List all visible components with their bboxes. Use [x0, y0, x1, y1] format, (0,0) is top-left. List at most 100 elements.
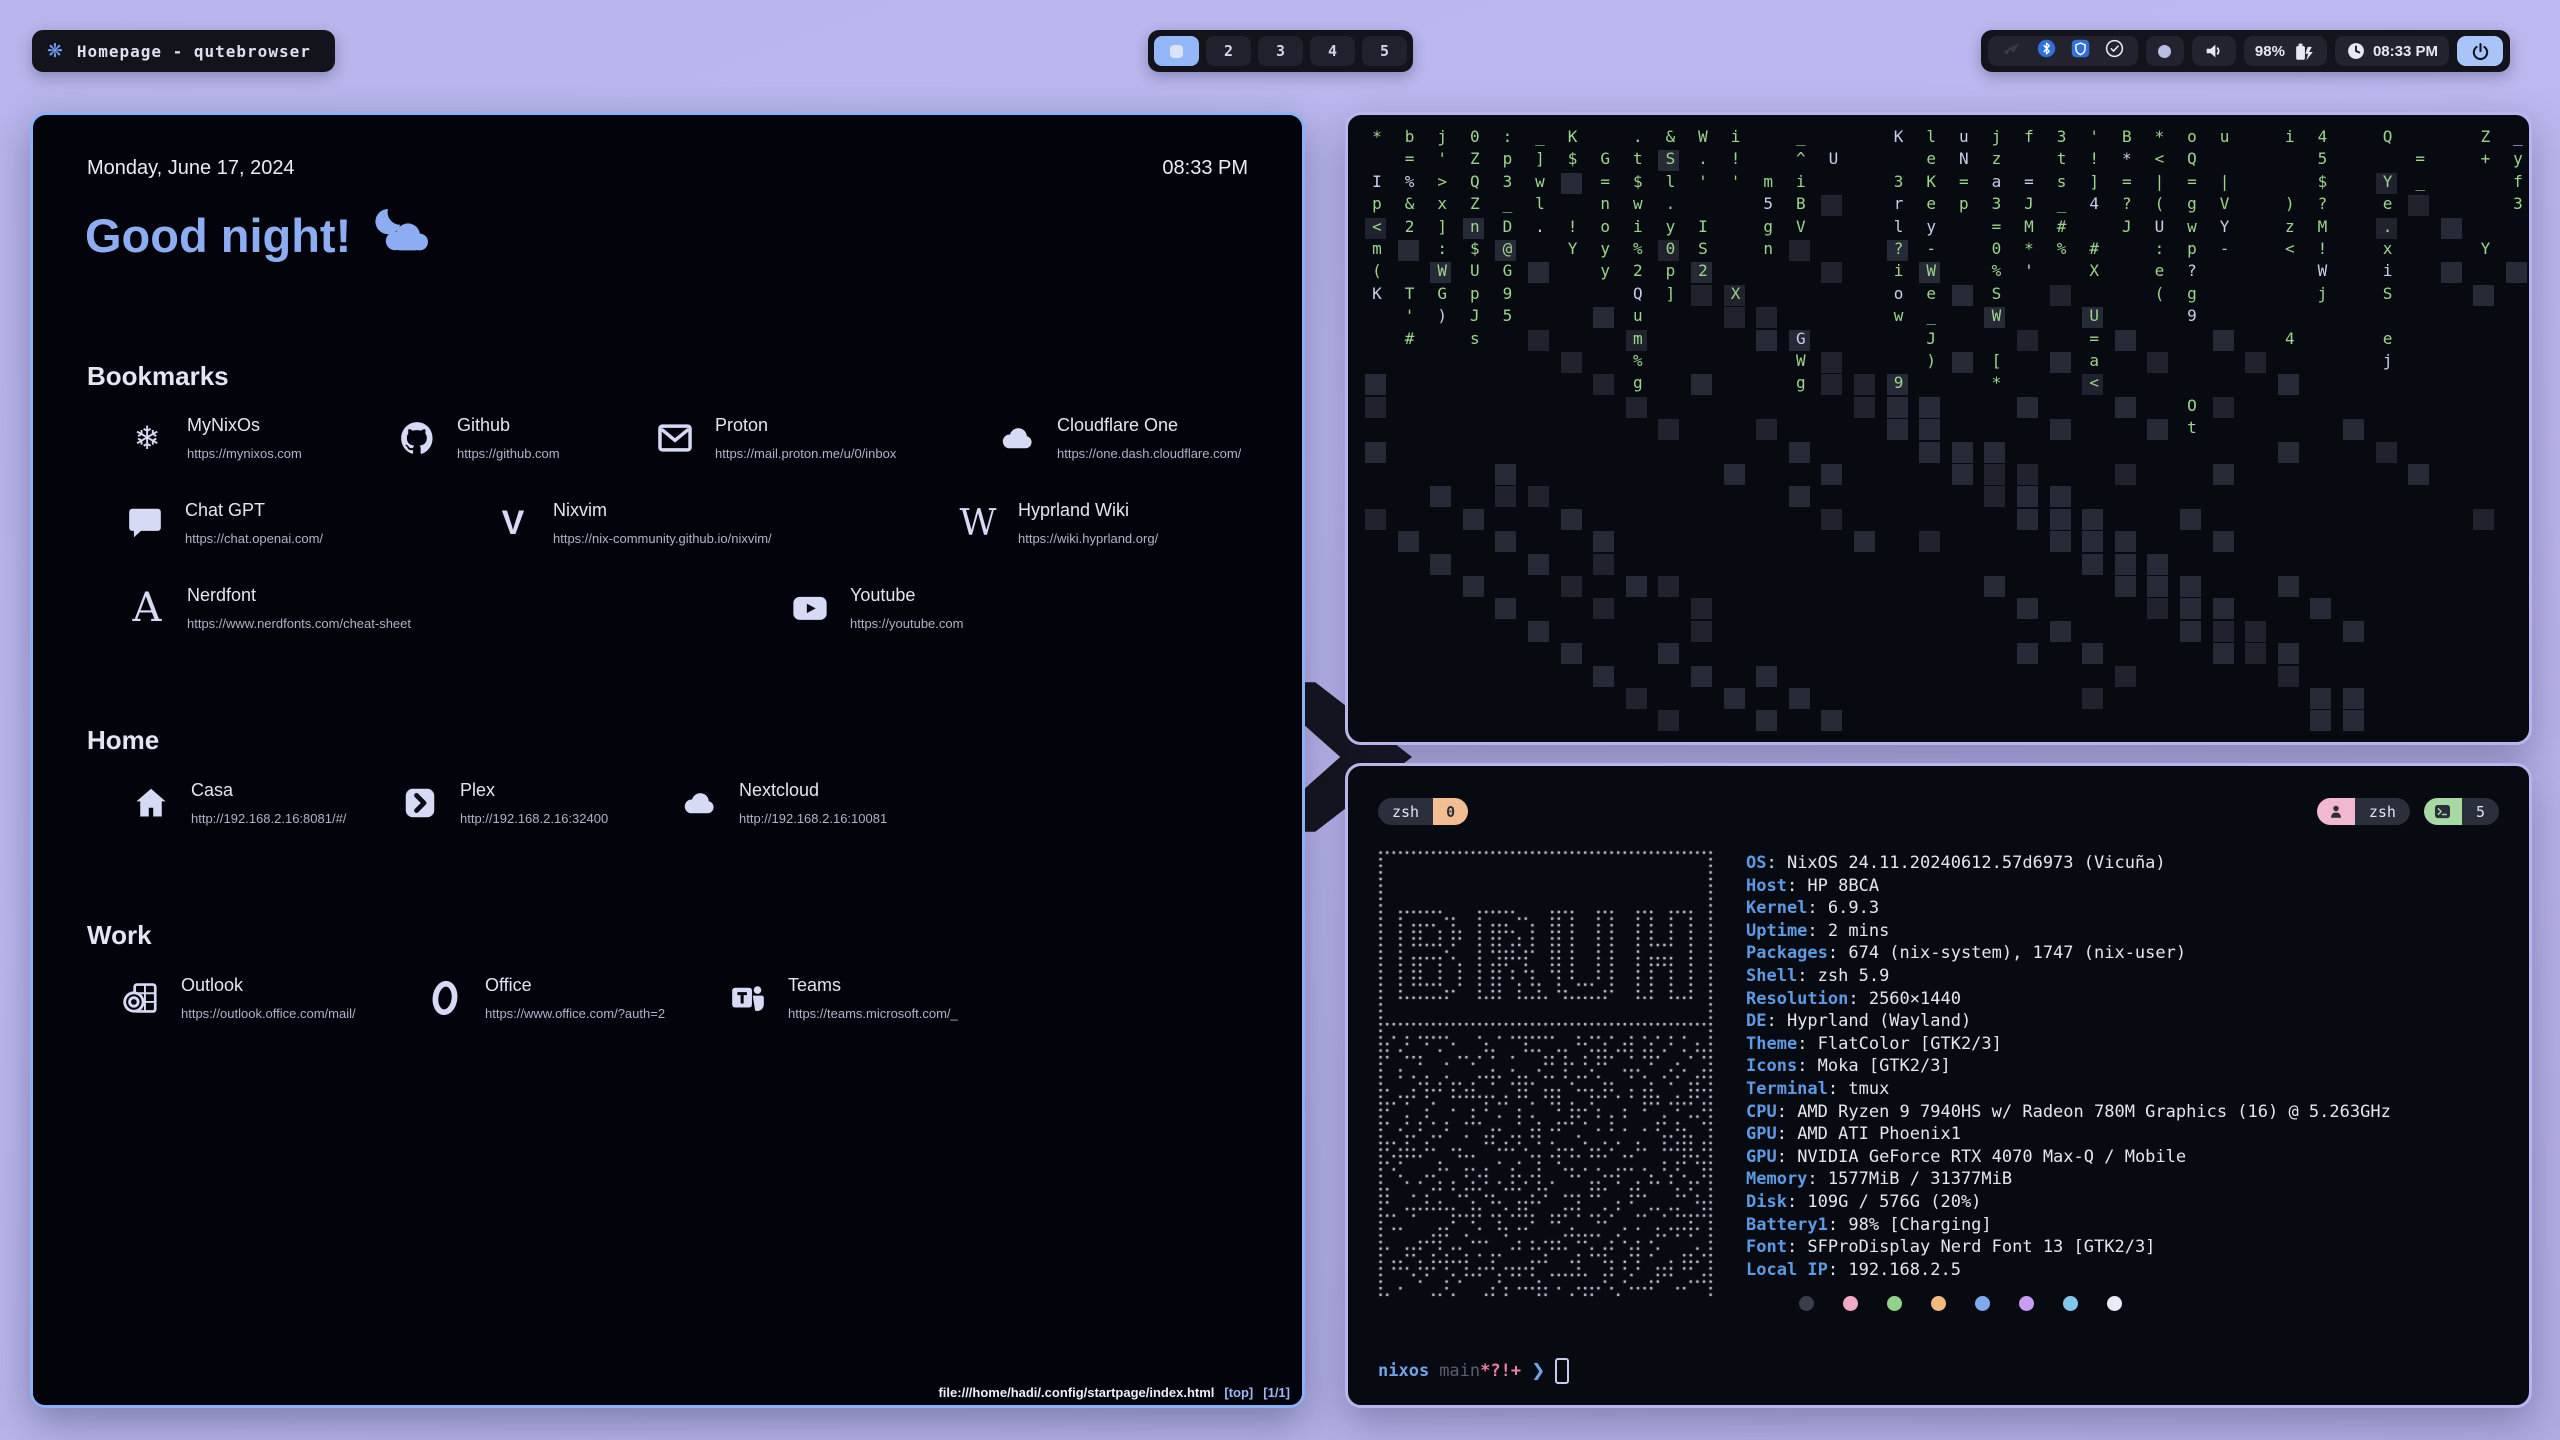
volume-button[interactable]: [2192, 36, 2236, 66]
bookmark-casa[interactable]: Casahttp://192.168.2.16:8081/#/: [129, 780, 346, 826]
bookmark-plex[interactable]: Plexhttp://192.168.2.16:32400: [398, 780, 608, 826]
shield-icon[interactable]: [2070, 38, 2091, 64]
matrix-char: S: [1659, 149, 1681, 168]
bookmark-nixvim[interactable]: VNixvimhttps://nix-community.github.io/n…: [491, 500, 772, 546]
workspace-1[interactable]: [1154, 36, 1199, 66]
fetch-key: Host: [1746, 876, 1787, 896]
matrix-char: o: [2181, 127, 2203, 146]
tmux-session-name[interactable]: zsh: [1378, 798, 1433, 825]
bookmark-proton[interactable]: Protonhttps://mail.proton.me/u/0/inbox: [653, 415, 896, 461]
matrix-block: [1691, 666, 1712, 687]
matrix-block: [1887, 419, 1908, 440]
matrix-char: ^: [1790, 149, 1812, 168]
qutebrowser-icon: ❋: [47, 40, 64, 62]
matrix-char: W: [1985, 306, 2007, 325]
fetch-line: Kernel: 6.9.3: [1746, 897, 2391, 920]
bookmark-hyprland-wiki[interactable]: WHyprland Wikihttps://wiki.hyprland.org/: [956, 500, 1158, 546]
clock-indicator[interactable]: 08:33 PM: [2335, 36, 2449, 66]
matrix-char: $: [1562, 149, 1584, 168]
power-button[interactable]: [2457, 36, 2503, 66]
matrix-char: 3: [1888, 172, 1910, 191]
matrix-block: [1528, 330, 1549, 351]
matrix-block: [2050, 531, 2071, 552]
matrix-char: N: [1953, 149, 1975, 168]
matrix-block: [2473, 285, 2494, 306]
matrix-block: [1528, 486, 1549, 507]
workspace-3[interactable]: 3: [1258, 36, 1303, 66]
matrix-char: .: [1692, 149, 1714, 168]
bookmark-github[interactable]: Githubhttps://github.com: [395, 415, 560, 461]
bookmark-text: Nextcloudhttp://192.168.2.16:10081: [739, 780, 887, 826]
bookmark-mynixos[interactable]: ❄MyNixOshttps://mynixos.com: [125, 415, 302, 461]
matrix-char: [: [1985, 351, 2007, 370]
battery-charging-icon: [2292, 40, 2316, 63]
matrix-block: [1756, 419, 1777, 440]
recorder-button[interactable]: [2146, 36, 2184, 66]
matrix-char: V: [1790, 217, 1812, 236]
fetch-key: Memory: [1746, 1169, 1807, 1189]
tmux-pane-pill: 5: [2424, 798, 2499, 825]
matrix-block: [1626, 688, 1647, 709]
workspace-2[interactable]: 2: [1206, 36, 1251, 66]
matrix-block: [1789, 442, 1810, 463]
matrix-block: [1561, 643, 1582, 664]
matrix-block: [1593, 554, 1614, 575]
matrix-char: x: [1431, 194, 1453, 213]
terminal-cursor[interactable]: [1555, 1358, 1569, 1384]
matrix-block: [1789, 240, 1810, 261]
workspace-4[interactable]: 4: [1310, 36, 1355, 66]
bookmark-nextcloud[interactable]: Nextcloudhttp://192.168.2.16:10081: [677, 780, 887, 826]
bookmark-chat-gpt[interactable]: Chat GPThttps://chat.openai.com/: [123, 500, 323, 546]
matrix-char: =: [2116, 172, 2138, 191]
palette-dot-0: [1799, 1296, 1814, 1311]
matrix-block: [2506, 262, 2527, 283]
matrix-block: [2343, 419, 2364, 440]
matrix-char: K: [1366, 284, 1388, 303]
palette-dot-2: [1887, 1296, 1902, 1311]
fetch-key: Uptime: [1746, 921, 1807, 941]
bluetooth-icon[interactable]: [2036, 38, 2057, 64]
matrix-char: G: [1496, 261, 1518, 280]
bookmark-url: https://github.com: [457, 446, 560, 461]
matrix-block: [2050, 419, 2071, 440]
matrix-char: U: [1464, 261, 1486, 280]
bookmark-office[interactable]: Officehttps://www.office.com/?auth=2: [423, 975, 665, 1021]
fetch-line: Battery1: 98% [Charging]: [1746, 1214, 2391, 1237]
matrix-block: [2213, 330, 2234, 351]
workspace-5[interactable]: 5: [1362, 36, 1407, 66]
matrix-char: <: [2148, 149, 2170, 168]
tmux-window-index[interactable]: 0: [1433, 798, 1468, 825]
bookmark-text: Githubhttps://github.com: [457, 415, 560, 461]
bookmark-title: Hyprland Wiki: [1018, 500, 1158, 521]
bookmark-teams[interactable]: Teamshttps://teams.microsoft.com/_: [726, 975, 958, 1021]
fetch-value: : AMD Ryzen 9 7940HS w/ Radeon 780M Grap…: [1777, 1102, 2391, 1122]
matrix-char: %: [1627, 351, 1649, 370]
fetch-key: Resolution: [1746, 989, 1848, 1009]
bookmark-youtube[interactable]: Youtubehttps://youtube.com: [788, 585, 963, 631]
matrix-block: [2082, 688, 2103, 709]
matrix-char: .: [1627, 127, 1649, 146]
fetch-line: Icons: Moka [GTK2/3]: [1746, 1055, 2391, 1078]
matrix-block: [1756, 330, 1777, 351]
matrix-block: [1919, 397, 1940, 418]
send-icon[interactable]: [2001, 38, 2023, 65]
battery-indicator[interactable]: 98%: [2244, 36, 2327, 66]
matrix-char: _: [1920, 306, 1942, 325]
matrix-char: e: [2148, 261, 2170, 280]
fetch-line: DE: Hyprland (Wayland): [1746, 1010, 2391, 1033]
bookmark-cloudflare-one[interactable]: Cloudflare Onehttps://one.dash.cloudflar…: [995, 415, 1241, 461]
matrix-block: [2147, 419, 2168, 440]
check-circle-icon[interactable]: [2104, 38, 2125, 64]
bookmark-nerdfont[interactable]: ANerdfonthttps://www.nerdfonts.com/cheat…: [125, 585, 411, 631]
matrix-char: ]: [2083, 172, 2105, 191]
fetch-line: Disk: 109G / 576G (20%): [1746, 1191, 2391, 1214]
matrix-char: *: [2116, 149, 2138, 168]
fetch-key: Terminal: [1746, 1079, 1828, 1099]
matrix-block: [2050, 352, 2071, 373]
matrix-block: [2180, 576, 2201, 597]
matrix-char: Y: [2474, 239, 2496, 258]
matrix-char: I: [1366, 172, 1388, 191]
bookmark-outlook[interactable]: Outlookhttps://outlook.office.com/mail/: [119, 975, 356, 1021]
bruh-ascii-art: [1378, 850, 1714, 1300]
matrix-char: 3: [1496, 172, 1518, 191]
